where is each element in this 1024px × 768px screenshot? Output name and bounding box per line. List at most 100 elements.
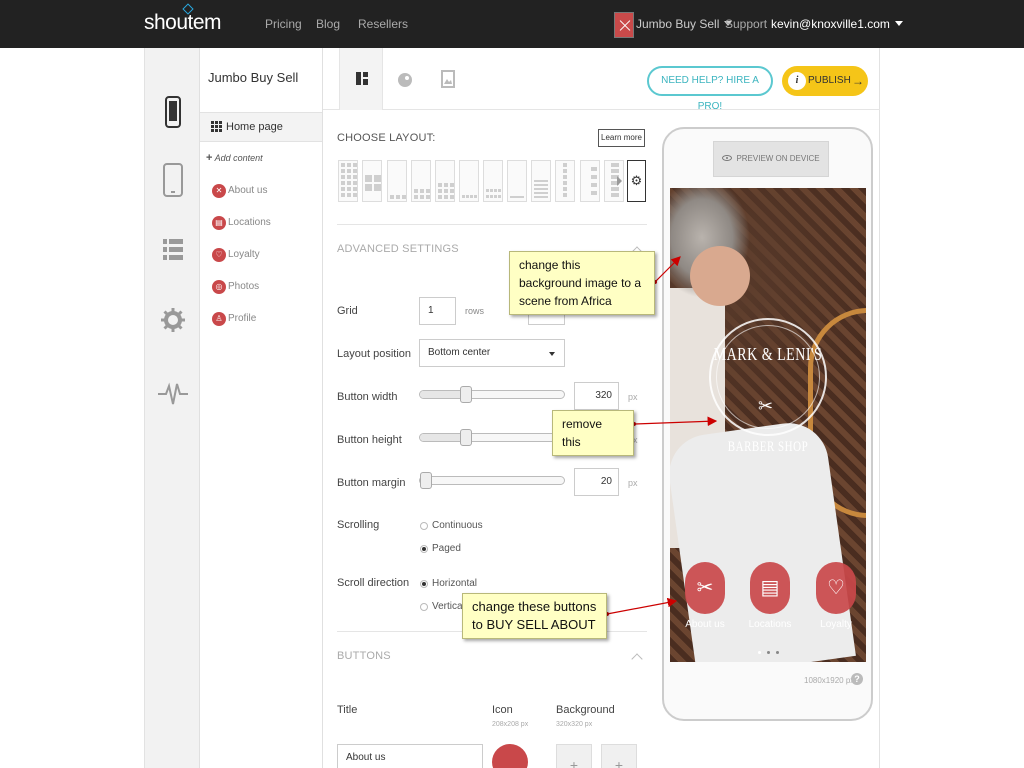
tab-theme[interactable] (383, 48, 427, 110)
grid-rows-input[interactable]: 1 (419, 297, 456, 325)
layout-cell (341, 169, 345, 173)
layout-cell (353, 163, 357, 167)
tab-layout[interactable] (339, 48, 383, 110)
nav-pricing[interactable]: Pricing (265, 17, 302, 31)
layout-cell (353, 169, 357, 173)
screen-button-loyalty[interactable]: ♡ (816, 562, 856, 614)
nav-resellers[interactable]: Resellers (358, 17, 408, 31)
layout-option[interactable] (338, 160, 358, 202)
rail-settings[interactable] (145, 290, 200, 350)
layout-cell (341, 193, 345, 197)
sidebar-item-label: About us (228, 185, 268, 196)
layout-cell (420, 195, 424, 199)
scissors-icon: ✂ (758, 396, 774, 416)
button-width-input[interactable]: 320 (574, 382, 619, 410)
mode-rail (145, 48, 200, 768)
learn-more-button[interactable]: Learn more (598, 129, 645, 147)
button-margin-slider[interactable] (419, 472, 565, 489)
background-picker[interactable]: + (556, 744, 592, 768)
help-icon[interactable]: ? (851, 673, 863, 685)
page-dot (776, 651, 779, 654)
layout-option[interactable] (459, 160, 479, 202)
button-height-slider[interactable] (419, 429, 565, 446)
layout-cell (374, 175, 381, 182)
rail-tablet[interactable] (145, 150, 200, 210)
phone-screen[interactable]: MARK & LENI'S ✂ BARBER SHOP ✂ About us ▤… (670, 188, 866, 662)
layout-cell (341, 163, 345, 167)
radio-paged[interactable] (420, 545, 428, 553)
advanced-settings-heading[interactable]: ADVANCED SETTINGS (337, 243, 459, 255)
background-picker[interactable]: + (601, 744, 637, 768)
button-margin-label: Button margin (337, 477, 406, 489)
radio-vertical[interactable] (420, 603, 428, 611)
slider-handle[interactable] (460, 386, 472, 403)
user-menu[interactable]: kevin@knoxville1.com (771, 17, 903, 31)
column-title: Title (337, 704, 358, 716)
layout-option[interactable] (531, 160, 551, 202)
layout-cell (563, 193, 567, 197)
sidebar-item-locations[interactable]: ▤ Locations (212, 216, 322, 234)
radio-horizontal[interactable] (420, 580, 428, 588)
grid-label: Grid (337, 305, 358, 317)
rows-unit: rows (465, 306, 485, 316)
radio-continuous[interactable] (420, 522, 428, 530)
rail-list[interactable] (145, 220, 200, 280)
layout-cell (466, 195, 469, 198)
layout-option[interactable] (580, 160, 600, 202)
publish-button[interactable]: i PUBLISH → (782, 66, 868, 96)
preview-on-device-button[interactable]: PREVIEW ON DEVICE (713, 141, 829, 177)
layout-cell (494, 195, 497, 198)
radio-label: Paged (432, 543, 461, 554)
sidebar-item-photos[interactable]: ◎ Photos (212, 280, 322, 298)
sidebar-item-loyalty[interactable]: ♡ Loyalty (212, 248, 322, 266)
nav-support[interactable]: Support (725, 17, 767, 31)
layout-option[interactable] (362, 160, 382, 202)
app-thumbnail-icon[interactable] (614, 12, 634, 38)
user-email: kevin@knoxville1.com (771, 17, 890, 31)
divider (337, 224, 647, 225)
chevron-right-icon[interactable] (617, 176, 622, 186)
shoutem-logo[interactable]: shoutem (144, 11, 222, 35)
button-width-slider[interactable] (419, 386, 565, 403)
rail-phone[interactable] (145, 82, 200, 142)
layout-cell (534, 180, 548, 182)
button-margin-input[interactable]: 20 (574, 468, 619, 496)
sidebar-item-profile[interactable]: ♙ Profile (212, 312, 322, 330)
layout-cell (486, 195, 489, 198)
sidebar-item-about[interactable]: ✕ About us (212, 184, 322, 202)
screen-button-about[interactable]: ✂ (685, 562, 725, 614)
slider-handle[interactable] (420, 472, 432, 489)
scissors-icon: ✂ (696, 577, 714, 599)
px-unit: px (628, 392, 638, 402)
layout-settings-button[interactable]: ⚙ (627, 160, 646, 202)
button-title-input[interactable]: About us (337, 744, 483, 768)
nav-blog[interactable]: Blog (316, 17, 340, 31)
buttons-heading[interactable]: BUTTONS (337, 650, 391, 662)
layout-cell (563, 175, 567, 179)
screen-button-locations[interactable]: ▤ (750, 562, 790, 614)
tab-images[interactable] (427, 48, 471, 110)
app-switcher[interactable]: Jumbo Buy Sell (636, 17, 733, 31)
layout-cell (563, 187, 567, 191)
layout-cell (347, 193, 351, 197)
hire-pro-button[interactable]: NEED HELP? HIRE A PRO! (647, 66, 773, 112)
layout-cell (486, 189, 489, 192)
layout-option[interactable] (507, 160, 527, 202)
screen-button-label: Loyalty (820, 619, 852, 630)
sidebar-item-home[interactable]: Home page (200, 112, 322, 142)
layout-option[interactable] (411, 160, 431, 202)
layout-position-label: Layout position (337, 348, 411, 360)
sidebar-item-label: Profile (228, 313, 257, 324)
layout-option[interactable] (483, 160, 503, 202)
layout-option[interactable] (435, 160, 455, 202)
slider-handle[interactable] (460, 429, 472, 446)
rail-analytics[interactable] (145, 364, 200, 424)
arrow-right-icon: → (852, 74, 864, 88)
layout-option[interactable] (387, 160, 407, 202)
layout-cell (347, 163, 351, 167)
preview-label: PREVIEW ON DEVICE (736, 154, 820, 163)
layout-position-select[interactable]: Bottom center (419, 339, 565, 367)
add-content-link[interactable]: + Add content (206, 152, 263, 164)
layout-option[interactable] (555, 160, 575, 202)
layout-cell (498, 195, 501, 198)
